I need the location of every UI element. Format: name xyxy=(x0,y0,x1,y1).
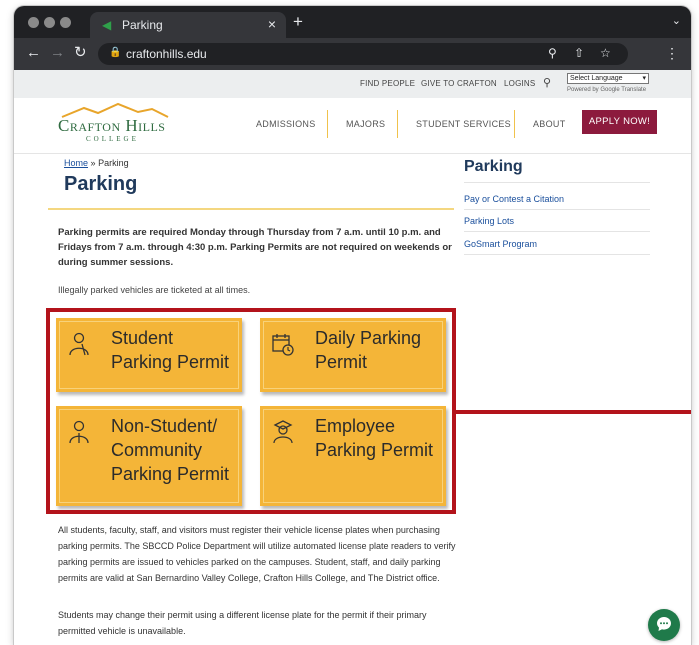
nav-divider xyxy=(514,110,515,138)
sidebar-link-citation[interactable]: Pay or Contest a Citation xyxy=(464,194,564,204)
web-page: FIND PEOPLE GIVE TO CRAFTON LOGINS ⚲ Sel… xyxy=(14,70,691,645)
registration-paragraph: All students, faculty, staff, and visito… xyxy=(58,525,456,583)
forward-arrow-icon[interactable]: → xyxy=(50,44,65,62)
title-divider xyxy=(48,208,454,210)
zoom-icon[interactable]: ⚲ xyxy=(548,46,557,60)
breadcrumb-home-link[interactable]: Home xyxy=(64,158,88,168)
tab-close-icon[interactable]: × xyxy=(268,17,276,31)
sidebar-divider xyxy=(464,254,650,255)
sidebar-divider xyxy=(464,209,650,210)
share-icon[interactable]: ⇧ xyxy=(574,46,584,60)
breadcrumb-separator: » xyxy=(90,158,96,168)
illegal-parking-note: Illegally parked vehicles are ticketed a… xyxy=(58,285,251,295)
sidebar-link-parking-lots[interactable]: Parking Lots xyxy=(464,216,514,226)
browser-tab-bar: ◀ Parking × + ⌄ xyxy=(14,6,691,38)
favicon-icon: ◀ xyxy=(102,18,112,32)
language-select[interactable]: Select Language ▾ xyxy=(567,73,649,84)
chevron-down-icon: ▾ xyxy=(642,75,646,82)
nav-student-services[interactable]: STUDENT SERVICES xyxy=(416,119,511,129)
highlight-connector-line xyxy=(456,410,691,414)
tab-search-chevron-icon[interactable]: ⌄ xyxy=(672,14,681,27)
nav-admissions[interactable]: ADMISSIONS xyxy=(256,119,316,129)
browser-tab-parking[interactable]: ◀ Parking × xyxy=(90,12,286,38)
util-link-give[interactable]: GIVE TO CRAFTON xyxy=(421,79,497,88)
breadcrumb: Home » Parking xyxy=(64,158,129,168)
lock-icon[interactable]: 🔒 xyxy=(109,47,121,58)
bookmark-star-icon[interactable]: ☆ xyxy=(600,46,611,60)
address-bar[interactable]: 🔒 craftonhills.edu ⚲ ⇧ ☆ xyxy=(98,43,628,65)
nav-divider xyxy=(327,110,328,138)
sidebar-divider xyxy=(464,231,650,232)
apply-now-button[interactable]: APPLY NOW! xyxy=(582,110,657,134)
window-minimize-dot[interactable] xyxy=(44,17,55,28)
site-header: Crafton Hills COLLEGE ADMISSIONS MAJORS … xyxy=(14,98,691,154)
window-zoom-dot[interactable] xyxy=(60,17,71,28)
page-title: Parking xyxy=(64,173,138,195)
utility-bar: FIND PEOPLE GIVE TO CRAFTON LOGINS ⚲ Sel… xyxy=(14,70,691,98)
tab-title: Parking xyxy=(122,18,163,32)
breadcrumb-current: Parking xyxy=(98,158,129,168)
logo-college: COLLEGE xyxy=(86,135,139,143)
back-arrow-icon[interactable]: ← xyxy=(26,44,41,62)
nav-majors[interactable]: MAJORS xyxy=(346,119,385,129)
util-link-logins[interactable]: LOGINS xyxy=(504,79,535,88)
logo-wordmark[interactable]: Crafton Hills xyxy=(58,116,166,136)
util-link-find-people[interactable]: FIND PEOPLE xyxy=(360,79,415,88)
sidebar-link-gosmart[interactable]: GoSmart Program xyxy=(464,239,537,249)
nav-divider xyxy=(397,110,398,138)
window-close-dot[interactable] xyxy=(28,17,39,28)
sidebar-divider xyxy=(464,182,650,183)
browser-menu-icon[interactable]: ⋮ xyxy=(665,45,679,62)
highlight-frame xyxy=(46,308,456,514)
new-tab-icon[interactable]: + xyxy=(293,13,303,31)
nav-about[interactable]: ABOUT xyxy=(533,119,566,129)
browser-window: ◀ Parking × + ⌄ ← → ↻ 🔒 craftonhills.edu… xyxy=(14,6,691,645)
sidebar-title: Parking xyxy=(464,158,523,175)
browser-toolbar: ← → ↻ 🔒 craftonhills.edu ⚲ ⇧ ☆ ⋮ xyxy=(14,38,691,70)
url-text[interactable]: craftonhills.edu xyxy=(126,47,207,61)
reload-icon[interactable]: ↻ xyxy=(74,44,87,62)
powered-by-text: Powered by Google Translate xyxy=(567,87,647,93)
chat-icon xyxy=(657,617,671,631)
screenshot-stage: ◀ Parking × + ⌄ ← → ↻ 🔒 craftonhills.edu… xyxy=(0,0,699,645)
language-select-value: Select Language xyxy=(570,75,623,82)
permit-hours-text: Parking permits are required Monday thro… xyxy=(58,227,452,268)
chat-button[interactable] xyxy=(648,609,680,641)
search-icon[interactable]: ⚲ xyxy=(543,76,551,89)
plate-change-paragraph: Students may change their permit using a… xyxy=(58,610,427,636)
